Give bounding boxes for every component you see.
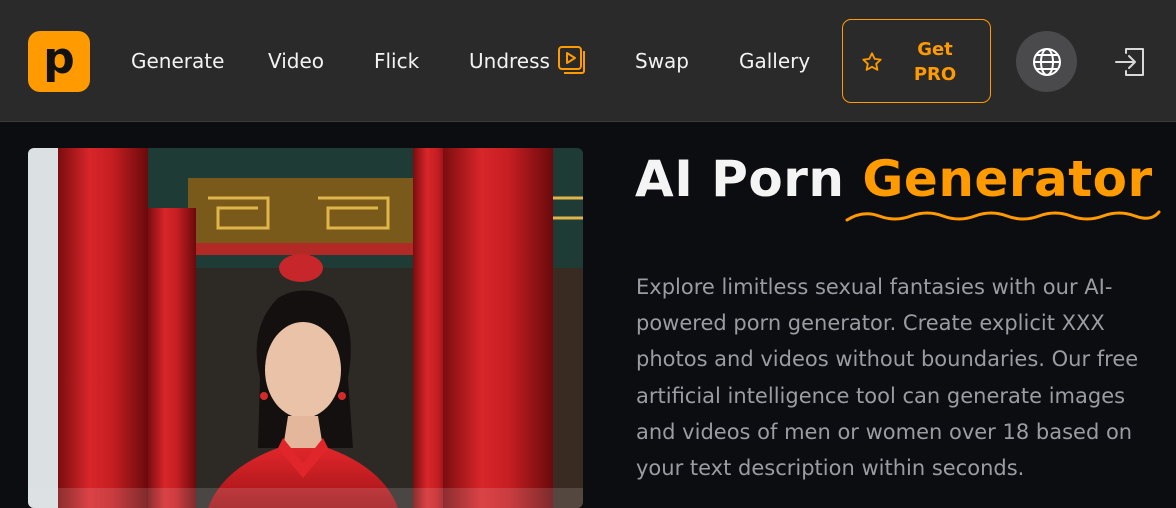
get-pro-label: Get PRO [895, 37, 975, 87]
get-pro-button[interactable]: Get PRO [842, 19, 991, 103]
nav-video[interactable]: Video [268, 48, 324, 74]
globe-icon [1032, 47, 1061, 76]
video-play-icon[interactable] [556, 44, 588, 76]
hero-description: Explore limitless sexual fantasies with … [636, 275, 1139, 481]
hero-photo [28, 148, 583, 508]
nav-flick[interactable]: Flick [374, 48, 419, 74]
get-pro-line2: PRO [913, 64, 957, 85]
language-button[interactable] [1016, 31, 1077, 92]
nav-generate[interactable]: Generate [131, 48, 224, 74]
brand-logo[interactable]: p [28, 31, 90, 92]
get-pro-line1: Get [917, 39, 953, 60]
nav-gallery[interactable]: Gallery [739, 48, 810, 74]
top-navigation: p Generate Video Flick Undress Swap Gall… [0, 0, 1176, 122]
title-accent: Generator [862, 150, 1153, 208]
title-underline-squiggle [845, 210, 1161, 222]
login-icon[interactable] [1113, 45, 1147, 79]
page-title: AI Porn Generator [635, 146, 1153, 212]
hero-image [28, 148, 583, 508]
star-icon [862, 52, 882, 71]
nav-swap[interactable]: Swap [635, 48, 689, 74]
logo-letter: p [43, 32, 75, 84]
title-main: AI Porn [635, 150, 863, 208]
nav-undress[interactable]: Undress [469, 48, 550, 74]
